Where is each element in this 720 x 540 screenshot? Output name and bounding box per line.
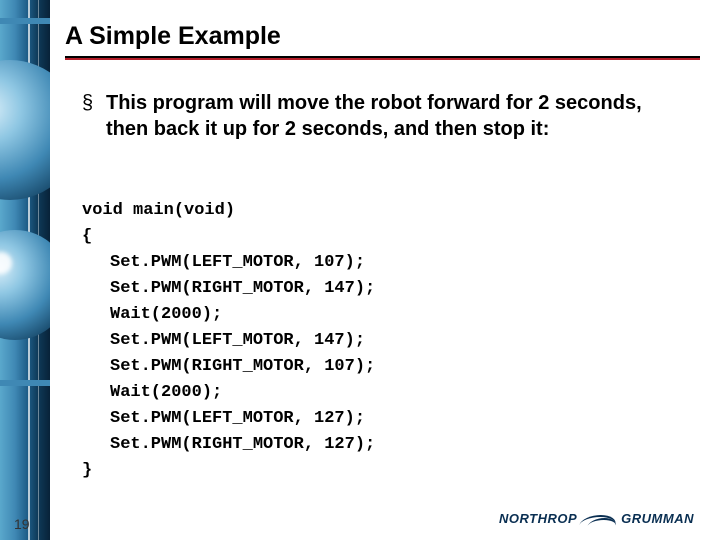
logo-name-2: GRUMMAN bbox=[621, 511, 694, 526]
code-line: Set.PWM(LEFT_MOTOR, 107); bbox=[82, 250, 680, 276]
code-line: Set.PWM(RIGHT_MOTOR, 107); bbox=[82, 354, 680, 380]
left-sidebar-graphic bbox=[0, 0, 50, 540]
bullet-text: This program will move the robot forward… bbox=[106, 90, 680, 142]
logo-swoosh-icon bbox=[581, 513, 617, 525]
code-line: } bbox=[82, 461, 92, 480]
title-area: A Simple Example bbox=[65, 22, 690, 57]
bullet-item: § This program will move the robot forwa… bbox=[82, 90, 680, 142]
page-number: 19 bbox=[14, 516, 30, 532]
code-line: Set.PWM(RIGHT_MOTOR, 147); bbox=[82, 276, 680, 302]
code-line: Wait(2000); bbox=[82, 302, 680, 328]
content-area: § This program will move the robot forwa… bbox=[82, 90, 680, 510]
code-block: void main(void) { Set.PWM(LEFT_MOTOR, 10… bbox=[82, 172, 680, 510]
code-line: Wait(2000); bbox=[82, 380, 680, 406]
slide-title: A Simple Example bbox=[65, 22, 690, 57]
title-underline bbox=[65, 56, 700, 60]
logo-name-1: NORTHROP bbox=[499, 511, 577, 526]
code-line: Set.PWM(LEFT_MOTOR, 127); bbox=[82, 406, 680, 432]
code-line: { bbox=[82, 227, 92, 246]
slide: A Simple Example § This program will mov… bbox=[0, 0, 720, 540]
code-line: Set.PWM(LEFT_MOTOR, 147); bbox=[82, 328, 680, 354]
code-line: void main(void) bbox=[82, 201, 235, 220]
bullet-symbol: § bbox=[82, 90, 96, 116]
code-line: Set.PWM(RIGHT_MOTOR, 127); bbox=[82, 432, 680, 458]
company-logo: NORTHROP GRUMMAN bbox=[499, 510, 694, 528]
